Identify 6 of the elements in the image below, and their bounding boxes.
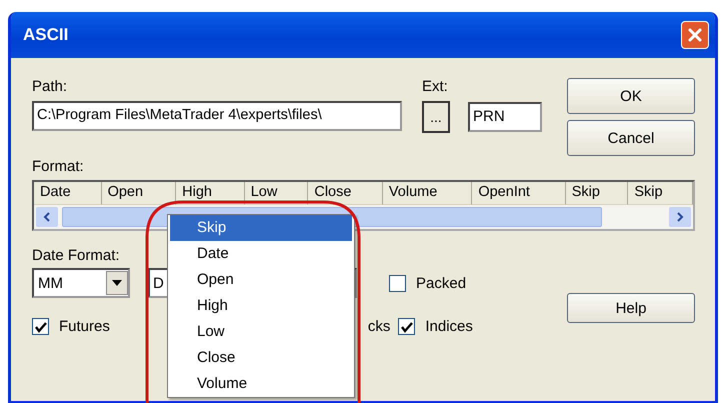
window-title: ASCII [23,25,68,45]
date-format-label: Date Format: [32,247,120,264]
ext-label: Ext: [422,78,449,95]
format-label: Format: [32,158,85,175]
checkbox-label: cks [368,318,390,335]
path-label: Path: [32,78,68,95]
